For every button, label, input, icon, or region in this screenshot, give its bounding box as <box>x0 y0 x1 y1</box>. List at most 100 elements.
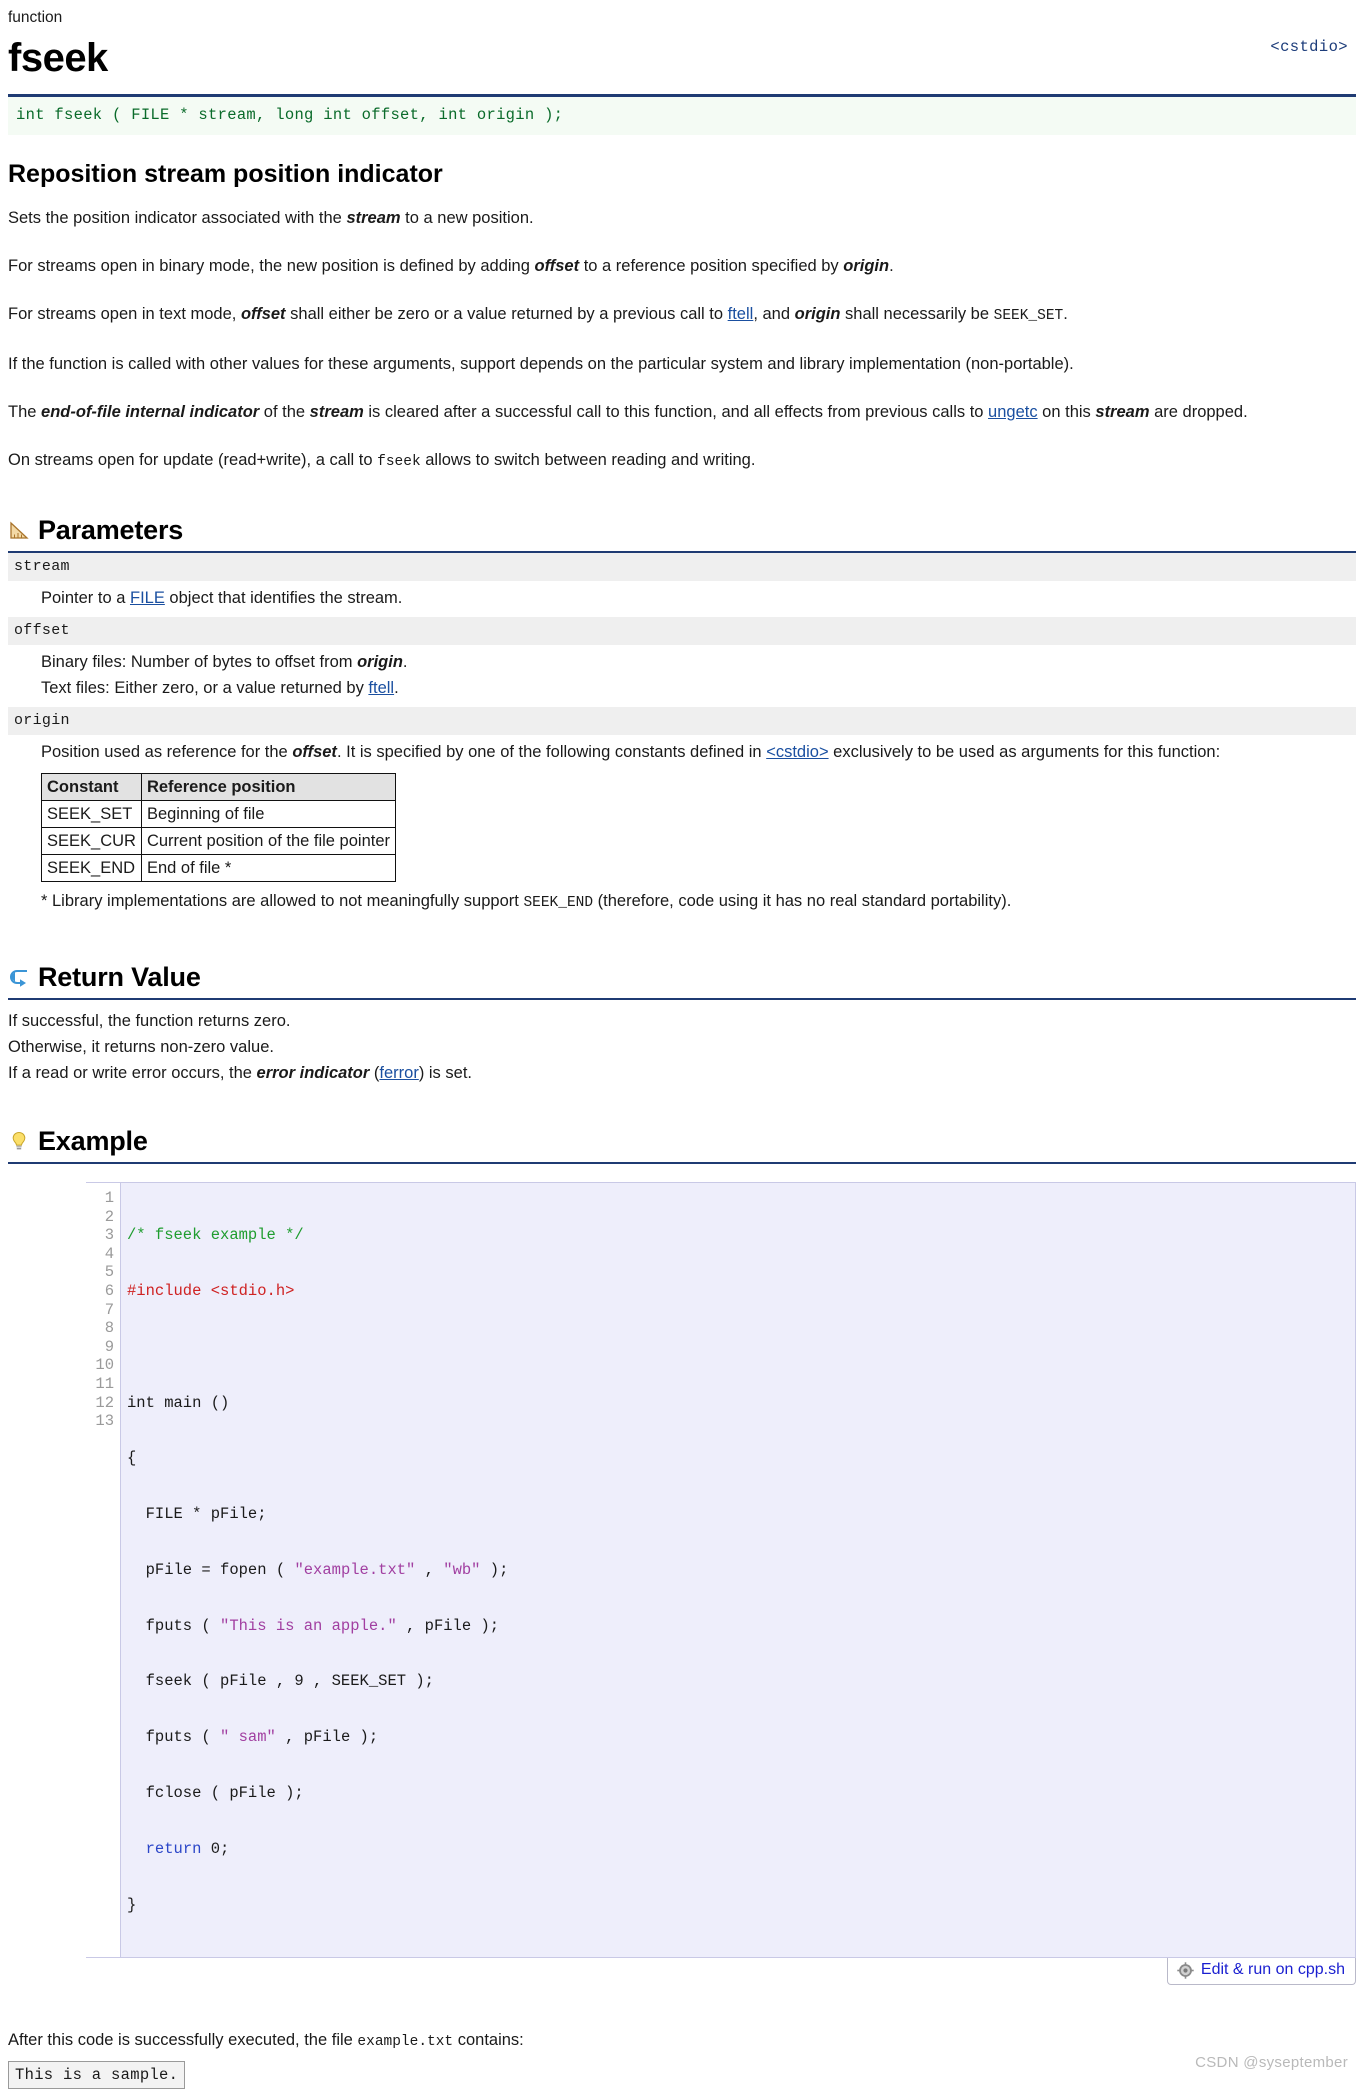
return-value-section-header: Return Value <box>8 962 1356 992</box>
code-line: FILE * pFile; <box>127 1505 267 1524</box>
const-seek-end: SEEK_END <box>523 895 594 911</box>
example-heading: Example <box>38 1126 148 1156</box>
line-number: 12 <box>95 1393 114 1412</box>
example-output-box: This is a sample. <box>8 2061 186 2089</box>
return-value-heading: Return Value <box>38 962 201 992</box>
text: On streams open for update (read+write),… <box>8 451 378 469</box>
param-offset-line-text: Text files: Either zero, or a value retu… <box>41 675 1356 701</box>
cell-reference-position: Current position of the file pointer <box>140 827 397 855</box>
line-number: 2 <box>104 1207 114 1226</box>
filename-example-txt: example.txt <box>357 2034 454 2051</box>
text: are dropped. <box>1149 403 1248 421</box>
column-header-reference-position: Reference position <box>140 773 397 801</box>
text: of the <box>259 403 310 421</box>
text: . <box>394 679 399 697</box>
text: on this <box>1037 403 1096 421</box>
text: Sets the position indicator associated w… <box>8 209 347 227</box>
link-ungetc[interactable]: ungetc <box>988 403 1038 421</box>
code-toolbar: Edit & run on cpp.sh <box>86 1957 1356 1986</box>
text: exclusively to be used as arguments for … <box>828 743 1221 761</box>
parameters-heading: Parameters <box>38 515 184 545</box>
text: . <box>402 653 408 671</box>
text: For streams open in binary mode, the new… <box>8 257 535 275</box>
term-eof-indicator: end-of-file internal indicator <box>41 403 260 421</box>
cell-constant: SEEK_CUR <box>41 827 142 855</box>
code-line: fputs ( " sam" , pFile ); <box>127 1728 379 1747</box>
term-offset: offset <box>292 743 337 761</box>
page-header: function fseek <cstdio> <box>8 8 1356 94</box>
param-name-origin: origin <box>8 707 1356 735</box>
line-number: 9 <box>104 1337 114 1356</box>
text: ( <box>369 1064 380 1082</box>
code-source[interactable]: /* fseek example */ #include <stdio.h> i… <box>121 1183 1355 1957</box>
gear-icon <box>1177 1962 1194 1979</box>
constants-table: Constant Reference position SEEK_SET Beg… <box>41 773 397 882</box>
code-line: { <box>127 1449 137 1468</box>
term-origin: origin <box>843 257 890 275</box>
parameters-section-header: Parameters <box>8 515 1356 545</box>
line-number: 5 <box>104 1263 114 1282</box>
term-error-indicator: error indicator <box>256 1064 370 1082</box>
text: If a read or write error occurs, the <box>8 1064 257 1082</box>
text: After this code is successfully executed… <box>8 2031 358 2050</box>
code-line: #include <stdio.h> <box>127 1281 295 1300</box>
code-line: pFile = fopen ( "example.txt" , "wb" ); <box>127 1560 509 1579</box>
example-divider <box>8 1162 1356 1164</box>
param-desc-stream: Pointer to a FILE object that identifies… <box>8 581 1356 617</box>
text: Text files: Either zero, or a value retu… <box>41 679 369 697</box>
param-desc-offset: Binary files: Number of bytes to offset … <box>8 645 1356 707</box>
code-line: /* fseek example */ <box>127 1226 304 1245</box>
text: (therefore, code using it has no real st… <box>593 892 1012 910</box>
text: to a new position. <box>400 209 534 227</box>
text: For streams open in text mode, <box>8 305 241 323</box>
summary-paragraph-2: For streams open in binary mode, the new… <box>8 253 1356 279</box>
summary-paragraph-4: If the function is called with other val… <box>8 355 1074 373</box>
page-title: fseek <box>8 36 108 80</box>
link-cstdio[interactable]: <cstdio> <box>766 743 828 761</box>
summary-paragraph-1: Sets the position indicator associated w… <box>8 205 1356 231</box>
text: is cleared after a successful call to th… <box>363 403 989 421</box>
link-ferror[interactable]: ferror <box>379 1064 418 1082</box>
summary-paragraph-6: On streams open for update (read+write),… <box>8 447 1356 475</box>
link-file[interactable]: FILE <box>130 589 165 607</box>
text: Pointer to a <box>41 589 130 607</box>
term-stream: stream <box>1095 403 1150 421</box>
param-offset-line-binary: Binary files: Number of bytes to offset … <box>41 649 1356 675</box>
summary-paragraph-5: The end-of-file internal indicator of th… <box>8 399 1356 425</box>
cell-constant: SEEK_END <box>41 854 142 882</box>
column-header-constant: Constant <box>41 773 142 801</box>
code-line: return 0; <box>145 1839 230 1858</box>
entity-kind-label: function <box>8 9 63 26</box>
function-prototype: int fseek ( FILE * stream, long int offs… <box>8 97 1356 135</box>
edit-and-run-button[interactable]: Edit & run on cpp.sh <box>1166 1957 1356 1986</box>
text: Binary files: Number of bytes to offset … <box>41 653 358 671</box>
line-number: 8 <box>104 1319 114 1338</box>
text: ) is set. <box>418 1064 472 1082</box>
term-stream: stream <box>309 403 364 421</box>
text: . <box>1063 305 1068 323</box>
link-ftell[interactable]: ftell <box>728 305 754 323</box>
line-number: 10 <box>95 1356 114 1375</box>
param-name-stream: stream <box>8 553 1356 581</box>
text: . <box>889 257 894 275</box>
text: contains: <box>453 2031 524 2050</box>
term-offset: offset <box>534 257 580 275</box>
code-line: } <box>127 1895 137 1914</box>
term-stream: stream <box>346 209 401 227</box>
watermark: CSDN @syseptember <box>1195 2054 1348 2072</box>
table-header-row: Constant Reference position <box>41 773 397 801</box>
return-value-line-2: Otherwise, it returns non-zero value. <box>8 1038 274 1056</box>
summary-heading: Reposition stream position indicator <box>8 160 443 188</box>
lightbulb-icon <box>8 1130 30 1156</box>
cell-constant: SEEK_SET <box>41 800 142 828</box>
cell-reference-position: Beginning of file <box>140 800 397 828</box>
code-line-numbers: 1 2 3 4 5 6 7 8 9 10 11 12 13 <box>86 1183 121 1958</box>
return-value-line-3: If a read or write error occurs, the err… <box>8 1060 1356 1086</box>
code-fseek: fseek <box>377 454 421 470</box>
text: shall necessarily be <box>840 305 994 323</box>
table-row: SEEK_END End of file * <box>41 854 397 882</box>
header-include-tag: <cstdio> <box>1270 38 1348 56</box>
example-section-header: Example <box>8 1126 1356 1156</box>
link-ftell[interactable]: ftell <box>368 679 394 697</box>
